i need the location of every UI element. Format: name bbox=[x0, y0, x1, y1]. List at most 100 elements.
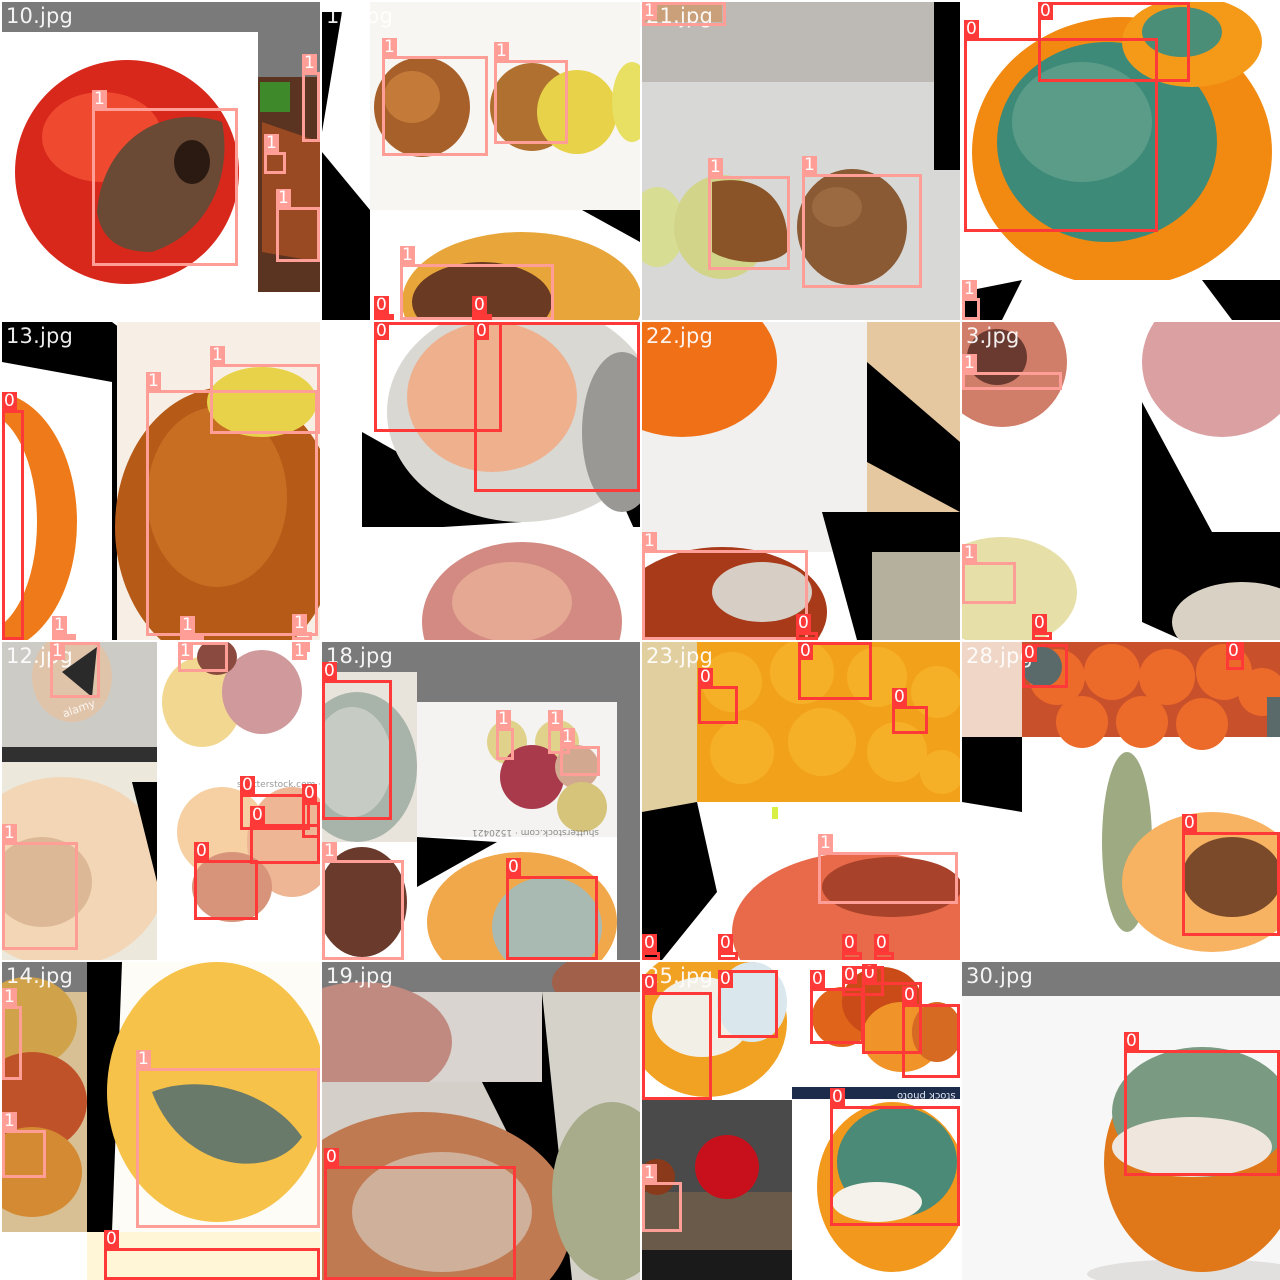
tile-30-filename: 30.jpg bbox=[966, 964, 1034, 988]
detection-box-class-1 bbox=[136, 1068, 320, 1228]
detection-box-class-0 bbox=[1124, 1050, 1280, 1176]
detection-class-tag: 1 bbox=[210, 345, 225, 365]
detection-class-tag: 0 bbox=[374, 295, 389, 315]
detection-class-tag: 1 bbox=[146, 371, 161, 391]
detection-box-class-0 bbox=[830, 1106, 960, 1226]
detection-class-tag: 0 bbox=[1038, 2, 1053, 21]
detection-class-tag: 1 bbox=[382, 37, 397, 57]
detection-box-class-1 bbox=[210, 364, 320, 434]
detection-class-tag: 0 bbox=[1226, 642, 1241, 661]
tile-25-watermark: stock photo bbox=[897, 1090, 956, 1101]
detection-class-tag: 1 bbox=[292, 613, 307, 633]
detection-box-class-1 bbox=[560, 746, 600, 776]
detection-box-class-0 bbox=[1182, 832, 1280, 936]
tile-30: 30.jpg 0 bbox=[962, 962, 1280, 1280]
detection-class-tag: 0 bbox=[892, 687, 907, 707]
detection-box-class-0 bbox=[892, 706, 928, 734]
detection-class-tag: 0 bbox=[474, 322, 489, 341]
detection-class-tag: 1 bbox=[642, 531, 657, 551]
detection-class-tag: 0 bbox=[798, 642, 813, 661]
detection-class-tag: 1 bbox=[708, 157, 723, 177]
detection-class-tag: 0 bbox=[796, 613, 811, 633]
tile-26: 26.jpg 001 bbox=[962, 2, 1280, 320]
detection-box-class-0 bbox=[796, 632, 818, 640]
detection-box-class-1 bbox=[302, 72, 320, 142]
detection-box-class-1 bbox=[2, 1130, 46, 1178]
detection-class-tag: 0 bbox=[1124, 1031, 1139, 1051]
detection-box-class-1 bbox=[962, 298, 980, 320]
detection-box-class-0 bbox=[642, 992, 712, 1100]
detection-class-tag: 1 bbox=[642, 1163, 657, 1183]
detection-box-class-1 bbox=[322, 860, 404, 960]
detection-box-class-0 bbox=[250, 824, 320, 864]
tile-22-filename: 22.jpg bbox=[646, 324, 714, 348]
detection-class-tag: 0 bbox=[240, 775, 255, 795]
detection-class-tag: 1 bbox=[276, 188, 291, 208]
tile-14: 14.jpg 1 1 1 0 bbox=[2, 962, 320, 1280]
detection-box-class-0 bbox=[642, 952, 660, 960]
tile-3: 3.jpg 1 1 0 bbox=[962, 322, 1280, 640]
tile-12: 12.jpg alamy shutterstock.com · 15204 11… bbox=[2, 642, 320, 960]
detection-box-class-0 bbox=[2, 410, 24, 640]
detection-box-class-0 bbox=[902, 1004, 960, 1078]
tile-18: 18.jpg shutterstock.com · 1520421 011110 bbox=[322, 642, 640, 960]
detection-box-class-0 bbox=[474, 322, 640, 492]
tile-3-filename: 3.jpg bbox=[966, 324, 1020, 348]
detection-class-tag: 0 bbox=[374, 322, 389, 341]
detection-class-tag: 0 bbox=[698, 667, 713, 687]
detection-class-tag: 0 bbox=[194, 841, 209, 861]
detection-box-class-0 bbox=[1032, 632, 1052, 640]
detection-box-class-1 bbox=[494, 60, 568, 144]
detection-class-tag: 1 bbox=[136, 1049, 151, 1069]
detection-box-class-0 bbox=[324, 1166, 516, 1280]
tile-10-filename: 10.jpg bbox=[6, 4, 74, 28]
detection-box-class-1 bbox=[92, 108, 238, 266]
detection-class-tag: 0 bbox=[830, 1087, 845, 1107]
tile-19: 19.jpg 0 bbox=[322, 962, 640, 1280]
tile-22: 22.jpg 1 0 bbox=[642, 322, 960, 640]
detection-box-class-0 bbox=[322, 680, 392, 820]
detection-class-tag: 1 bbox=[496, 709, 511, 729]
detection-box-class-1 bbox=[496, 728, 514, 760]
tile-15: 15.jpg 1 1 1 0 0 bbox=[322, 2, 640, 320]
detection-class-tag: 1 bbox=[962, 543, 977, 563]
detection-class-tag: 1 bbox=[180, 615, 195, 635]
detection-class-tag: 0 bbox=[1182, 813, 1197, 833]
detection-class-tag: 1 bbox=[548, 709, 563, 729]
detection-class-tag: 0 bbox=[1022, 643, 1037, 663]
detection-class-tag: 0 bbox=[324, 1147, 339, 1167]
detection-box-class-0 bbox=[698, 686, 738, 724]
detection-class-tag: 1 bbox=[962, 353, 977, 373]
detection-box-class-0 bbox=[104, 1248, 320, 1280]
detection-box-class-1 bbox=[962, 562, 1016, 604]
detection-class-tag: 1 bbox=[818, 833, 833, 853]
detection-class-tag: 1 bbox=[292, 642, 307, 661]
detection-box-class-0 bbox=[1038, 2, 1190, 82]
tile-10: 10.jpg 1 1 1 1 bbox=[2, 2, 320, 320]
detection-box-class-0 bbox=[874, 952, 894, 960]
detection-class-tag: 1 bbox=[642, 2, 657, 21]
detection-class-tag: 1 bbox=[560, 727, 575, 747]
detection-box-class-1 bbox=[708, 176, 790, 270]
detection-class-tag: 1 bbox=[52, 615, 67, 635]
detection-class-tag: 0 bbox=[842, 965, 857, 985]
detection-class-tag: 1 bbox=[2, 1111, 17, 1131]
detection-class-tag: 1 bbox=[802, 155, 817, 175]
detection-class-tag: 0 bbox=[718, 933, 733, 953]
detection-box-class-1 bbox=[802, 174, 922, 288]
detection-class-tag: 1 bbox=[2, 987, 17, 1007]
detection-class-tag: 0 bbox=[472, 295, 487, 315]
detection-class-tag: 1 bbox=[50, 642, 65, 661]
detection-class-tag: 0 bbox=[302, 783, 317, 803]
tile-13-filename: 13.jpg bbox=[6, 324, 74, 348]
detection-class-tag: 1 bbox=[264, 133, 279, 153]
tile-25: 25.jpg stock photo 00000001 bbox=[642, 962, 960, 1280]
detection-box-class-1 bbox=[2, 1006, 22, 1080]
detection-class-tag: 0 bbox=[2, 391, 17, 411]
detection-class-tag: 0 bbox=[642, 933, 657, 953]
detection-class-tag: 1 bbox=[2, 823, 17, 843]
detection-box-class-1 bbox=[276, 207, 320, 262]
detection-class-tag: 1 bbox=[322, 841, 337, 861]
tile-14-filename: 14.jpg bbox=[6, 964, 74, 988]
detection-class-tag: 0 bbox=[718, 969, 733, 989]
